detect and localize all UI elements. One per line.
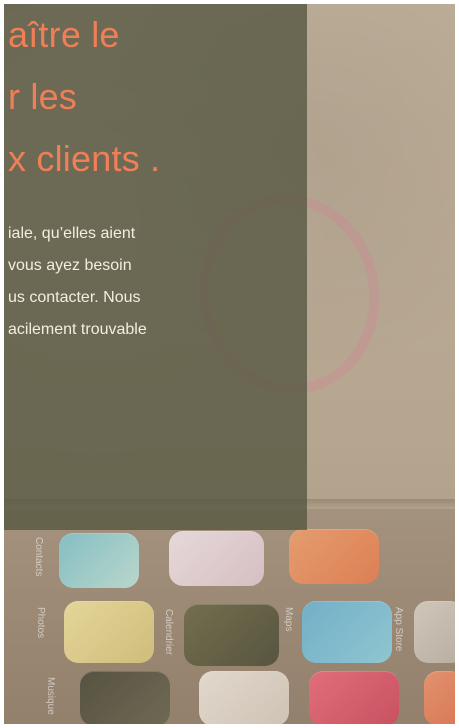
app-label-contacts: Contacts	[33, 537, 44, 577]
app-icon	[59, 533, 139, 588]
app-icon	[80, 671, 170, 724]
app-label-calendar: Calendrier	[163, 609, 174, 656]
app-label-photos: Photos	[35, 607, 46, 639]
app-icon	[199, 671, 289, 724]
app-icons-strip: Contacts Photos Calendrier Maps App Stor…	[4, 509, 455, 724]
app-icon	[414, 601, 455, 663]
app-icon	[289, 529, 379, 584]
app-label-music: Musique	[45, 677, 56, 715]
app-icon	[184, 604, 279, 666]
app-label-maps: Maps	[283, 607, 294, 632]
app-icon	[302, 601, 392, 663]
overlay-panel: aître le r les x clients . iale, qu’elle…	[4, 4, 307, 530]
app-icon	[64, 601, 154, 663]
hero-paragraph: iale, qu’elles aient vous ayez besoin us…	[8, 225, 147, 338]
app-icon	[169, 531, 264, 586]
app-icon	[309, 671, 399, 724]
hero-headline: aître le r les x clients .	[8, 14, 161, 179]
app-label-appstore: App Store	[393, 607, 404, 652]
app-icon	[424, 671, 455, 724]
